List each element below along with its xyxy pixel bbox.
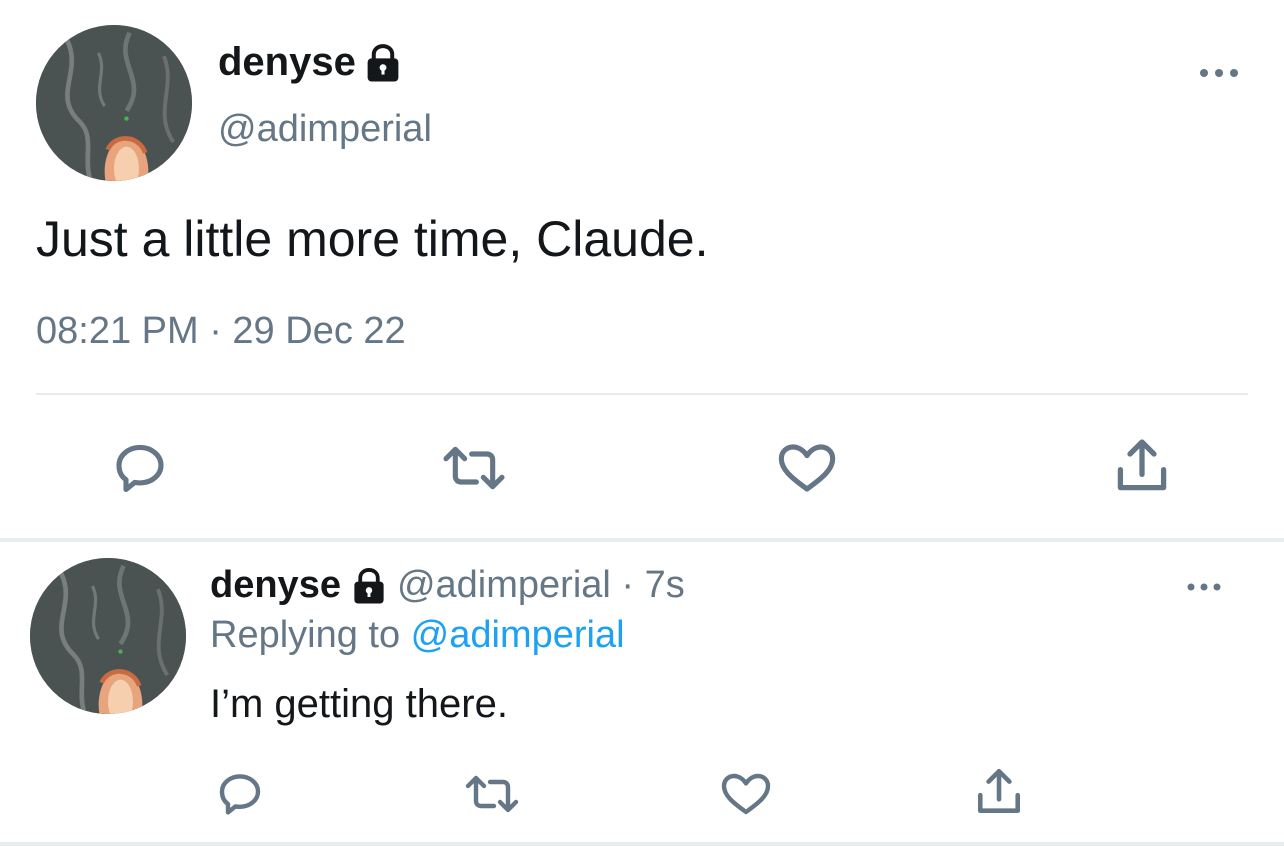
heart-icon[interactable] [776, 440, 838, 496]
heart-icon[interactable] [720, 770, 772, 818]
divider [0, 842, 1284, 846]
reply-icon[interactable] [216, 770, 264, 818]
more-horizontal-icon[interactable] [1184, 574, 1224, 600]
tweet-timestamp[interactable]: 08:21 PM · 29 Dec 22 [36, 310, 406, 353]
mention-link[interactable]: @adimperial [411, 614, 625, 656]
tweet-separator [0, 538, 1284, 542]
retweet-icon[interactable] [438, 440, 510, 496]
reply-header: denyse @adimperial · 7s [210, 564, 685, 607]
display-name[interactable]: denyse [218, 40, 402, 85]
display-name-text[interactable]: denyse [218, 40, 356, 85]
lock-icon [351, 567, 387, 605]
lock-icon [364, 43, 402, 83]
replying-to-prefix: Replying to [210, 614, 411, 656]
replying-to: Replying to @adimperial [210, 614, 625, 657]
avatar[interactable] [30, 558, 186, 714]
user-handle[interactable]: @adimperial [218, 108, 432, 151]
display-name-text[interactable]: denyse [210, 564, 341, 607]
more-horizontal-icon[interactable] [1196, 58, 1242, 88]
reply-icon[interactable] [112, 440, 168, 496]
share-icon[interactable] [974, 766, 1024, 818]
share-icon[interactable] [1113, 436, 1171, 496]
tweet-text: Just a little more time, Claude. [36, 211, 709, 267]
avatar[interactable] [36, 25, 192, 181]
divider [36, 393, 1248, 395]
tweet-text: I’m getting there. [210, 682, 508, 726]
handle-and-time[interactable]: @adimperial · 7s [397, 564, 685, 607]
retweet-icon[interactable] [462, 770, 522, 818]
